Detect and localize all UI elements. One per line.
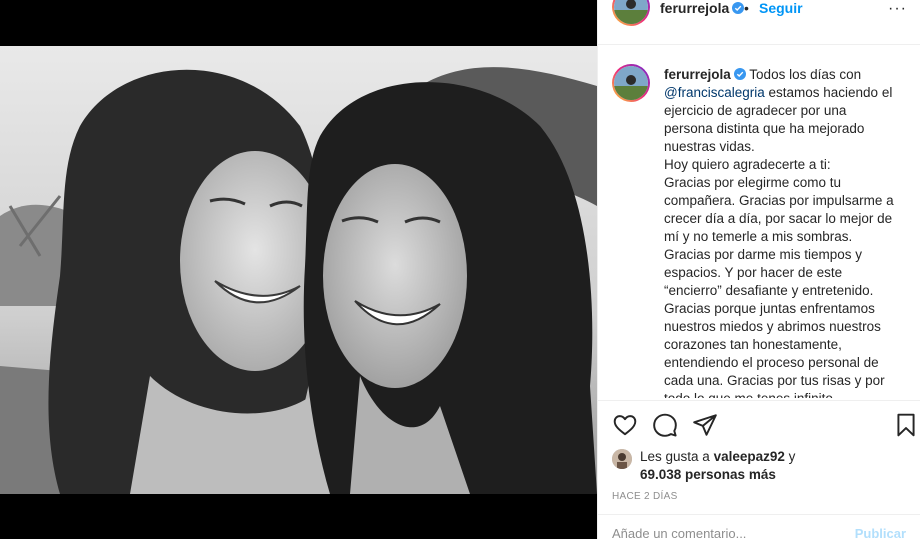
post-timestamp[interactable]: HACE 2 DÍAS xyxy=(612,491,678,502)
caption-line: ejercicio de agradecer por una xyxy=(664,103,847,118)
caption-line: cada una. Gracias por tus risas y por xyxy=(664,373,885,388)
bookmark-icon[interactable] xyxy=(893,412,919,438)
action-bar xyxy=(598,410,920,442)
liker-avatar[interactable] xyxy=(612,449,632,469)
post-media[interactable] xyxy=(0,0,597,539)
caption-line: compañera. Gracias por impulsarme a xyxy=(664,193,894,208)
caption-line: corazones tan honestamente, xyxy=(664,337,842,352)
likes-prefix: Les gusta a xyxy=(640,449,710,464)
caption-line: entendiendo el proceso personal de xyxy=(664,355,879,370)
likes-count[interactable]: 69.038 personas más xyxy=(640,467,776,482)
post-photo[interactable] xyxy=(0,46,597,494)
caption-line: persona distinta que ha mejorado xyxy=(664,121,865,136)
caption-line: mí y no temerle a mis sombras. xyxy=(664,229,853,244)
post-header: ferurrejola • Seguir ··· xyxy=(598,0,920,30)
post-details-pane: ferurrejola • Seguir ··· ferurrejola Tod… xyxy=(597,0,920,541)
caption-line: Gracias porque juntas enfrentamos xyxy=(664,301,875,316)
header-divider xyxy=(598,44,920,45)
author-avatar[interactable] xyxy=(612,0,650,26)
caption-line: “encierro” desafiante y entretenido. xyxy=(664,283,874,298)
comment-divider xyxy=(598,514,920,515)
likes-conjunction: y xyxy=(788,449,796,464)
author-username-text[interactable]: ferurrejola xyxy=(660,0,729,16)
caption-line: todo lo que me tenes infinito xyxy=(664,390,906,398)
follow-button[interactable]: Seguir xyxy=(759,0,803,16)
caption-line: Gracias por darme mis tiempos y xyxy=(664,247,863,262)
actions-divider xyxy=(598,400,920,401)
liker-username[interactable]: valeepaz92 xyxy=(714,449,785,464)
caption-line: nuestros miedos y abrimos nuestros xyxy=(664,319,881,334)
more-options-icon[interactable]: ··· xyxy=(888,0,907,18)
caption-line: Todos los días con xyxy=(749,67,862,82)
caption-mention[interactable]: @franciscalegria xyxy=(664,85,765,100)
heart-icon[interactable] xyxy=(612,412,638,438)
verified-badge-icon xyxy=(732,2,745,14)
verified-badge-icon xyxy=(733,68,746,80)
comment-icon[interactable] xyxy=(652,412,678,438)
author-username[interactable]: ferurrejola xyxy=(660,0,745,16)
post-caption: ferurrejola Todos los días con @francisc… xyxy=(664,66,906,398)
caption-line: nuestras vidas. xyxy=(664,139,755,154)
caption-line: Hoy quiero agradecerte a ti: xyxy=(664,157,831,172)
caption-line: Gracias por elegirme como tu xyxy=(664,175,842,190)
caption-username[interactable]: ferurrejola xyxy=(664,67,731,82)
share-icon[interactable] xyxy=(692,412,718,438)
caption-line: crecer día a día, por sacar lo mejor de xyxy=(664,211,893,226)
comments-section[interactable]: ferurrejola Todos los días con @francisc… xyxy=(598,46,920,398)
caption-line: espacios. Y por hacer de este xyxy=(664,265,843,280)
caption-author-avatar[interactable] xyxy=(612,64,650,102)
separator-dot: • xyxy=(744,0,749,16)
